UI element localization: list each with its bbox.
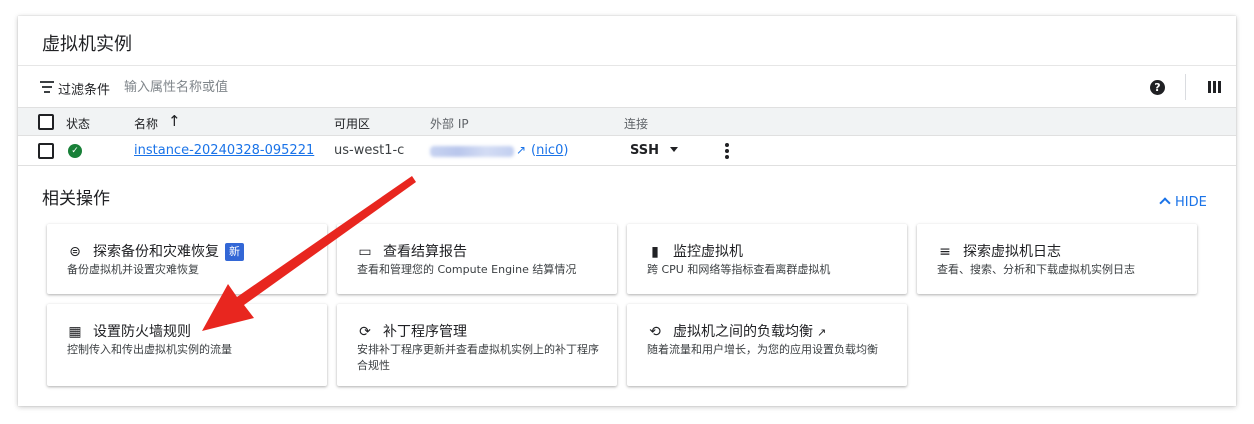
logs-list-icon: ≡: [939, 244, 951, 260]
monitoring-bar-chart-icon: ▮: [651, 244, 659, 260]
tile-description: 备份虚拟机并设置灾难恢复: [67, 263, 199, 276]
patch-icon: ⟳: [359, 324, 371, 340]
tile-title: 补丁程序管理: [383, 324, 467, 340]
filter-bar: 过滤条件 ?: [18, 68, 1236, 106]
tile-description: 跨 CPU 和网络等指标查看离群虚拟机: [647, 263, 831, 276]
status-running-icon: ✓: [68, 144, 82, 158]
tile-description: 随着流量和用户增长，为您的应用设置负载均衡: [647, 343, 878, 356]
tile-description: 查看和管理您的 Compute Engine 结算情况: [357, 263, 577, 276]
filter-input[interactable]: [124, 76, 724, 98]
column-header-name[interactable]: 名称: [134, 115, 158, 132]
tile-title: 查看结算报告: [383, 244, 467, 260]
hide-label: HIDE: [1175, 195, 1207, 210]
select-all-checkbox[interactable]: [38, 114, 54, 130]
tile-title-text: 虚拟机之间的负载均衡: [673, 324, 813, 340]
table-header-row: 状态 名称 ↑ 可用区 外部 IP 连接: [18, 107, 1236, 136]
load-balancing-icon: ⟲: [649, 324, 661, 340]
tile-billing-report[interactable]: ▭ 查看结算报告 查看和管理您的 Compute Engine 结算情况: [337, 224, 617, 294]
page-title: 虚拟机实例: [42, 34, 132, 55]
open-in-new-icon: ↗: [817, 326, 827, 339]
more-actions-icon[interactable]: [723, 143, 731, 161]
column-header-status: 状态: [66, 117, 91, 131]
new-badge: 新: [225, 243, 244, 261]
nic-link-label[interactable]: nic0: [536, 143, 563, 158]
tile-description: 安排补丁程序更新并查看虚拟机实例上的补丁程序合规性: [357, 343, 599, 372]
column-header-zone: 可用区: [334, 117, 371, 131]
sort-ascending-icon[interactable]: ↑: [168, 112, 181, 130]
chevron-up-icon: [1159, 197, 1171, 209]
vm-instances-card: 虚拟机实例 过滤条件 ? 状态 名称 ↑ 可用区 外部 IP 连接 ✓ inst…: [18, 16, 1236, 406]
row-checkbox[interactable]: [38, 143, 54, 159]
ssh-button[interactable]: SSH: [630, 143, 659, 158]
tile-backup-dr[interactable]: ⊜ 探索备份和灾难恢复新 备份虚拟机并设置灾难恢复: [47, 224, 327, 294]
tile-firewall-rules[interactable]: ▦ 设置防火墙规则 控制传入和传出虚拟机实例的流量: [47, 304, 327, 386]
column-display-icon[interactable]: [1208, 81, 1221, 93]
ssh-dropdown-caret-icon[interactable]: [670, 147, 678, 152]
billing-card-icon: ▭: [358, 244, 372, 260]
tile-title: 虚拟机之间的负载均衡 ↗: [673, 321, 826, 341]
tile-title: 监控虚拟机: [673, 244, 743, 260]
column-header-connect: 连接: [624, 117, 649, 131]
instance-zone: us-west1-c: [334, 143, 405, 158]
tile-vm-logs[interactable]: ≡ 探索虚拟机日志 查看、搜索、分析和下载虚拟机实例日志: [917, 224, 1197, 294]
tile-monitor-vms[interactable]: ▮ 监控虚拟机 跨 CPU 和网络等指标查看离群虚拟机: [627, 224, 907, 294]
tile-title: 探索备份和灾难恢复新: [93, 241, 244, 261]
hide-related-button[interactable]: HIDE: [1159, 195, 1207, 210]
related-actions-title: 相关操作: [42, 189, 110, 209]
firewall-icon: ▦: [68, 324, 82, 340]
help-icon[interactable]: ?: [1150, 80, 1165, 95]
tile-title-text: 探索备份和灾难恢复: [93, 244, 219, 260]
filter-icon[interactable]: [40, 81, 54, 93]
open-in-new-icon[interactable]: ↗: [516, 143, 526, 157]
column-header-external-ip: 外部 IP: [430, 117, 469, 131]
external-ip-redacted[interactable]: [430, 146, 514, 157]
tile-description: 查看、搜索、分析和下载虚拟机实例日志: [937, 263, 1135, 276]
filter-label[interactable]: 过滤条件: [58, 79, 110, 98]
instance-name-link[interactable]: instance-20240328-095221: [134, 143, 314, 158]
tile-title: 探索虚拟机日志: [963, 244, 1061, 260]
tile-load-balancing[interactable]: ⟲ 虚拟机之间的负载均衡 ↗ 随着流量和用户增长，为您的应用设置负载均衡: [627, 304, 907, 386]
tile-description: 控制传入和传出虚拟机实例的流量: [67, 343, 232, 356]
nic-link[interactable]: (nic0): [531, 143, 568, 158]
backup-icon: ⊜: [69, 244, 81, 260]
title-bar: 虚拟机实例: [18, 16, 1236, 66]
table-row: ✓ instance-20240328-095221 us-west1-c ↗ …: [18, 136, 1236, 166]
tile-title: 设置防火墙规则: [93, 324, 191, 340]
tile-patch-management[interactable]: ⟳ 补丁程序管理 安排补丁程序更新并查看虚拟机实例上的补丁程序合规性: [337, 304, 617, 386]
toolbar-divider: [1185, 74, 1186, 100]
